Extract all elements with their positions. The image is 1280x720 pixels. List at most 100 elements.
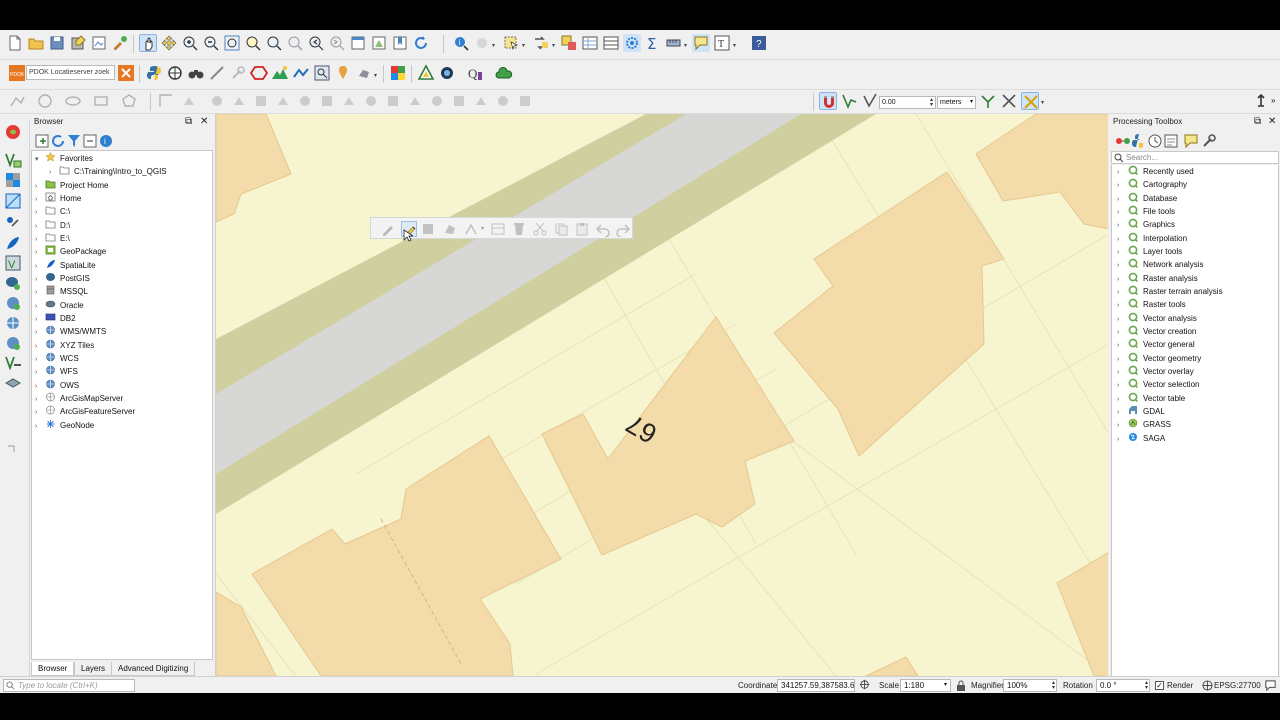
coordinate-field[interactable]: 341257.59,387583.64: [777, 679, 855, 692]
history-icon[interactable]: [1146, 132, 1162, 148]
browser-item[interactable]: › WMS/WMTS: [35, 325, 106, 338]
text-annotation-icon[interactable]: T: [713, 34, 731, 52]
advanced-edit-icon-9[interactable]: [340, 92, 358, 110]
expand-arrow-icon[interactable]: ›: [1117, 313, 1128, 326]
browser-properties-icon[interactable]: i: [97, 132, 112, 147]
crs-globe-icon[interactable]: [1202, 680, 1213, 691]
zoom-last-icon[interactable]: [307, 34, 325, 52]
edit-features-in-place-icon[interactable]: [1182, 132, 1198, 149]
magnifier-spinbox[interactable]: 100% ▴ ▾: [1003, 679, 1057, 692]
collapse-arrow-icon[interactable]: ▾: [35, 153, 45, 166]
browser-tree[interactable]: ▾ Favorites › C:\Training\Intro_to_QGIS › Pro…: [31, 150, 213, 660]
zoom-in-icon[interactable]: [181, 34, 199, 52]
plugin-terrain-icon[interactable]: [271, 64, 289, 82]
toolbox-provider-item[interactable]: › Cartography: [1117, 178, 1187, 191]
expand-arrow-icon[interactable]: ›: [35, 406, 45, 419]
paste-features-icon[interactable]: [574, 221, 590, 237]
toolbox-search-input[interactable]: Search...: [1111, 151, 1279, 164]
toolbar-overflow-icon[interactable]: »: [1271, 96, 1275, 105]
sum-icon[interactable]: Σ: [644, 34, 662, 52]
browser-item[interactable]: › Oracle: [35, 299, 84, 312]
toolbox-close-icon[interactable]: ✕: [1268, 116, 1276, 128]
snapping-type-icon[interactable]: [840, 92, 858, 110]
browser-filter-icon[interactable]: [65, 132, 80, 147]
pdok-clear-icon[interactable]: [117, 64, 135, 82]
expand-arrow-icon[interactable]: ›: [35, 220, 45, 233]
plugin-globe-cam-icon[interactable]: [438, 64, 456, 82]
snapping-magnet-icon[interactable]: [819, 92, 837, 110]
render-checkbox[interactable]: ✓: [1155, 681, 1164, 690]
toolbox-provider-item[interactable]: › GRASS: [1117, 418, 1171, 431]
toolbox-provider-item[interactable]: › SAGA: [1117, 432, 1165, 445]
expand-arrow-icon[interactable]: ›: [1117, 406, 1128, 419]
expand-arrow-icon[interactable]: ›: [35, 273, 45, 286]
expand-arrow-icon[interactable]: ›: [1117, 193, 1128, 206]
toggle-extents-icon[interactable]: [859, 679, 872, 692]
toolbox-provider-item[interactable]: › Vector geometry: [1117, 352, 1201, 365]
browser-item[interactable]: ▾ Favorites: [35, 152, 93, 165]
expand-arrow-icon[interactable]: ›: [35, 206, 45, 219]
add-polygon-icon[interactable]: [442, 221, 458, 237]
toolbox-provider-item[interactable]: › Vector creation: [1117, 325, 1196, 338]
advanced-edit-icon-12[interactable]: [406, 92, 424, 110]
expand-arrow-icon[interactable]: ›: [35, 193, 45, 206]
expand-arrow-icon[interactable]: ›: [1117, 419, 1128, 432]
processing-options-icon[interactable]: [1200, 132, 1216, 147]
plugin-cloud-icon[interactable]: [495, 64, 513, 82]
locator-search-input[interactable]: Type to locate (Ctrl+K): [3, 679, 135, 692]
browser-float-icon[interactable]: ⧉: [185, 116, 192, 128]
expand-arrow-icon[interactable]: ›: [35, 260, 45, 273]
expand-arrow-icon[interactable]: ›: [1117, 393, 1128, 406]
plugin-triangle-icon[interactable]: [417, 64, 435, 82]
open-project-icon[interactable]: [27, 34, 45, 52]
expand-arrow-icon[interactable]: ›: [1117, 379, 1128, 392]
toolbox-float-icon[interactable]: ⧉: [1254, 116, 1261, 128]
attribute-table-icon[interactable]: [581, 34, 599, 52]
toolbox-provider-item[interactable]: › Vector selection: [1117, 378, 1199, 391]
expand-arrow-icon[interactable]: ›: [35, 286, 45, 299]
advanced-edit-icon-8[interactable]: [318, 92, 336, 110]
expand-arrow-icon[interactable]: ›: [1117, 179, 1128, 192]
add-regular-polygon-icon[interactable]: [120, 92, 138, 110]
copy-features-icon[interactable]: [553, 221, 569, 237]
new-project-icon[interactable]: [6, 34, 24, 52]
add-postgis-icon[interactable]: [4, 274, 22, 292]
advanced-edit-icon-16[interactable]: [494, 92, 512, 110]
extra-toolbar-icon[interactable]: [1252, 92, 1270, 110]
statistics-icon[interactable]: [602, 34, 620, 52]
map-canvas[interactable]: 67: [215, 114, 1108, 676]
expand-arrow-icon[interactable]: ›: [35, 366, 45, 379]
advanced-edit-icon-13[interactable]: [428, 92, 446, 110]
browser-item[interactable]: › ArcGisMapServer: [35, 392, 123, 405]
expand-arrow-icon[interactable]: ›: [1117, 166, 1128, 179]
expand-arrow-icon[interactable]: ›: [1117, 286, 1128, 299]
new-layer-icon[interactable]: [4, 374, 22, 392]
snapping-topological-icon[interactable]: [979, 92, 997, 110]
browser-item[interactable]: › Project Home: [35, 179, 108, 192]
toolbox-provider-item[interactable]: › Raster tools: [1117, 298, 1186, 311]
browser-item[interactable]: › C:\Training\Intro_to_QGIS: [49, 165, 167, 178]
measure-icon[interactable]: [665, 34, 683, 52]
tab-browser[interactable]: Browser: [31, 662, 75, 676]
advanced-edit-icon-7[interactable]: [296, 92, 314, 110]
scale-select[interactable]: 1:180 ▾: [900, 679, 951, 692]
add-delimited-text-icon[interactable]: [4, 214, 22, 232]
zoom-out-icon[interactable]: [202, 34, 220, 52]
expand-arrow-icon[interactable]: ›: [1117, 339, 1128, 352]
save-project-icon[interactable]: [48, 34, 66, 52]
modify-attributes-icon[interactable]: [490, 221, 506, 237]
add-ellipse-icon[interactable]: [64, 92, 82, 110]
advanced-edit-icon-4[interactable]: [230, 92, 248, 110]
pdok-locator-input[interactable]: PDOK Locatieserver zoek: [26, 65, 115, 80]
zoom-to-selection-icon[interactable]: [244, 34, 262, 52]
expand-arrow-icon[interactable]: ›: [1117, 219, 1128, 232]
run-action-icon[interactable]: [473, 34, 491, 52]
browser-item[interactable]: › XYZ Tiles: [35, 339, 94, 352]
expand-arrow-icon[interactable]: ›: [35, 300, 45, 313]
expand-arrow-icon[interactable]: ›: [35, 420, 45, 433]
expand-arrow-icon[interactable]: ›: [1117, 259, 1128, 272]
expand-arrow-icon[interactable]: ›: [35, 233, 45, 246]
redo-icon[interactable]: [615, 221, 631, 237]
expand-arrow-icon[interactable]: ›: [1117, 206, 1128, 219]
toolbox-provider-item[interactable]: › Vector table: [1117, 392, 1185, 405]
